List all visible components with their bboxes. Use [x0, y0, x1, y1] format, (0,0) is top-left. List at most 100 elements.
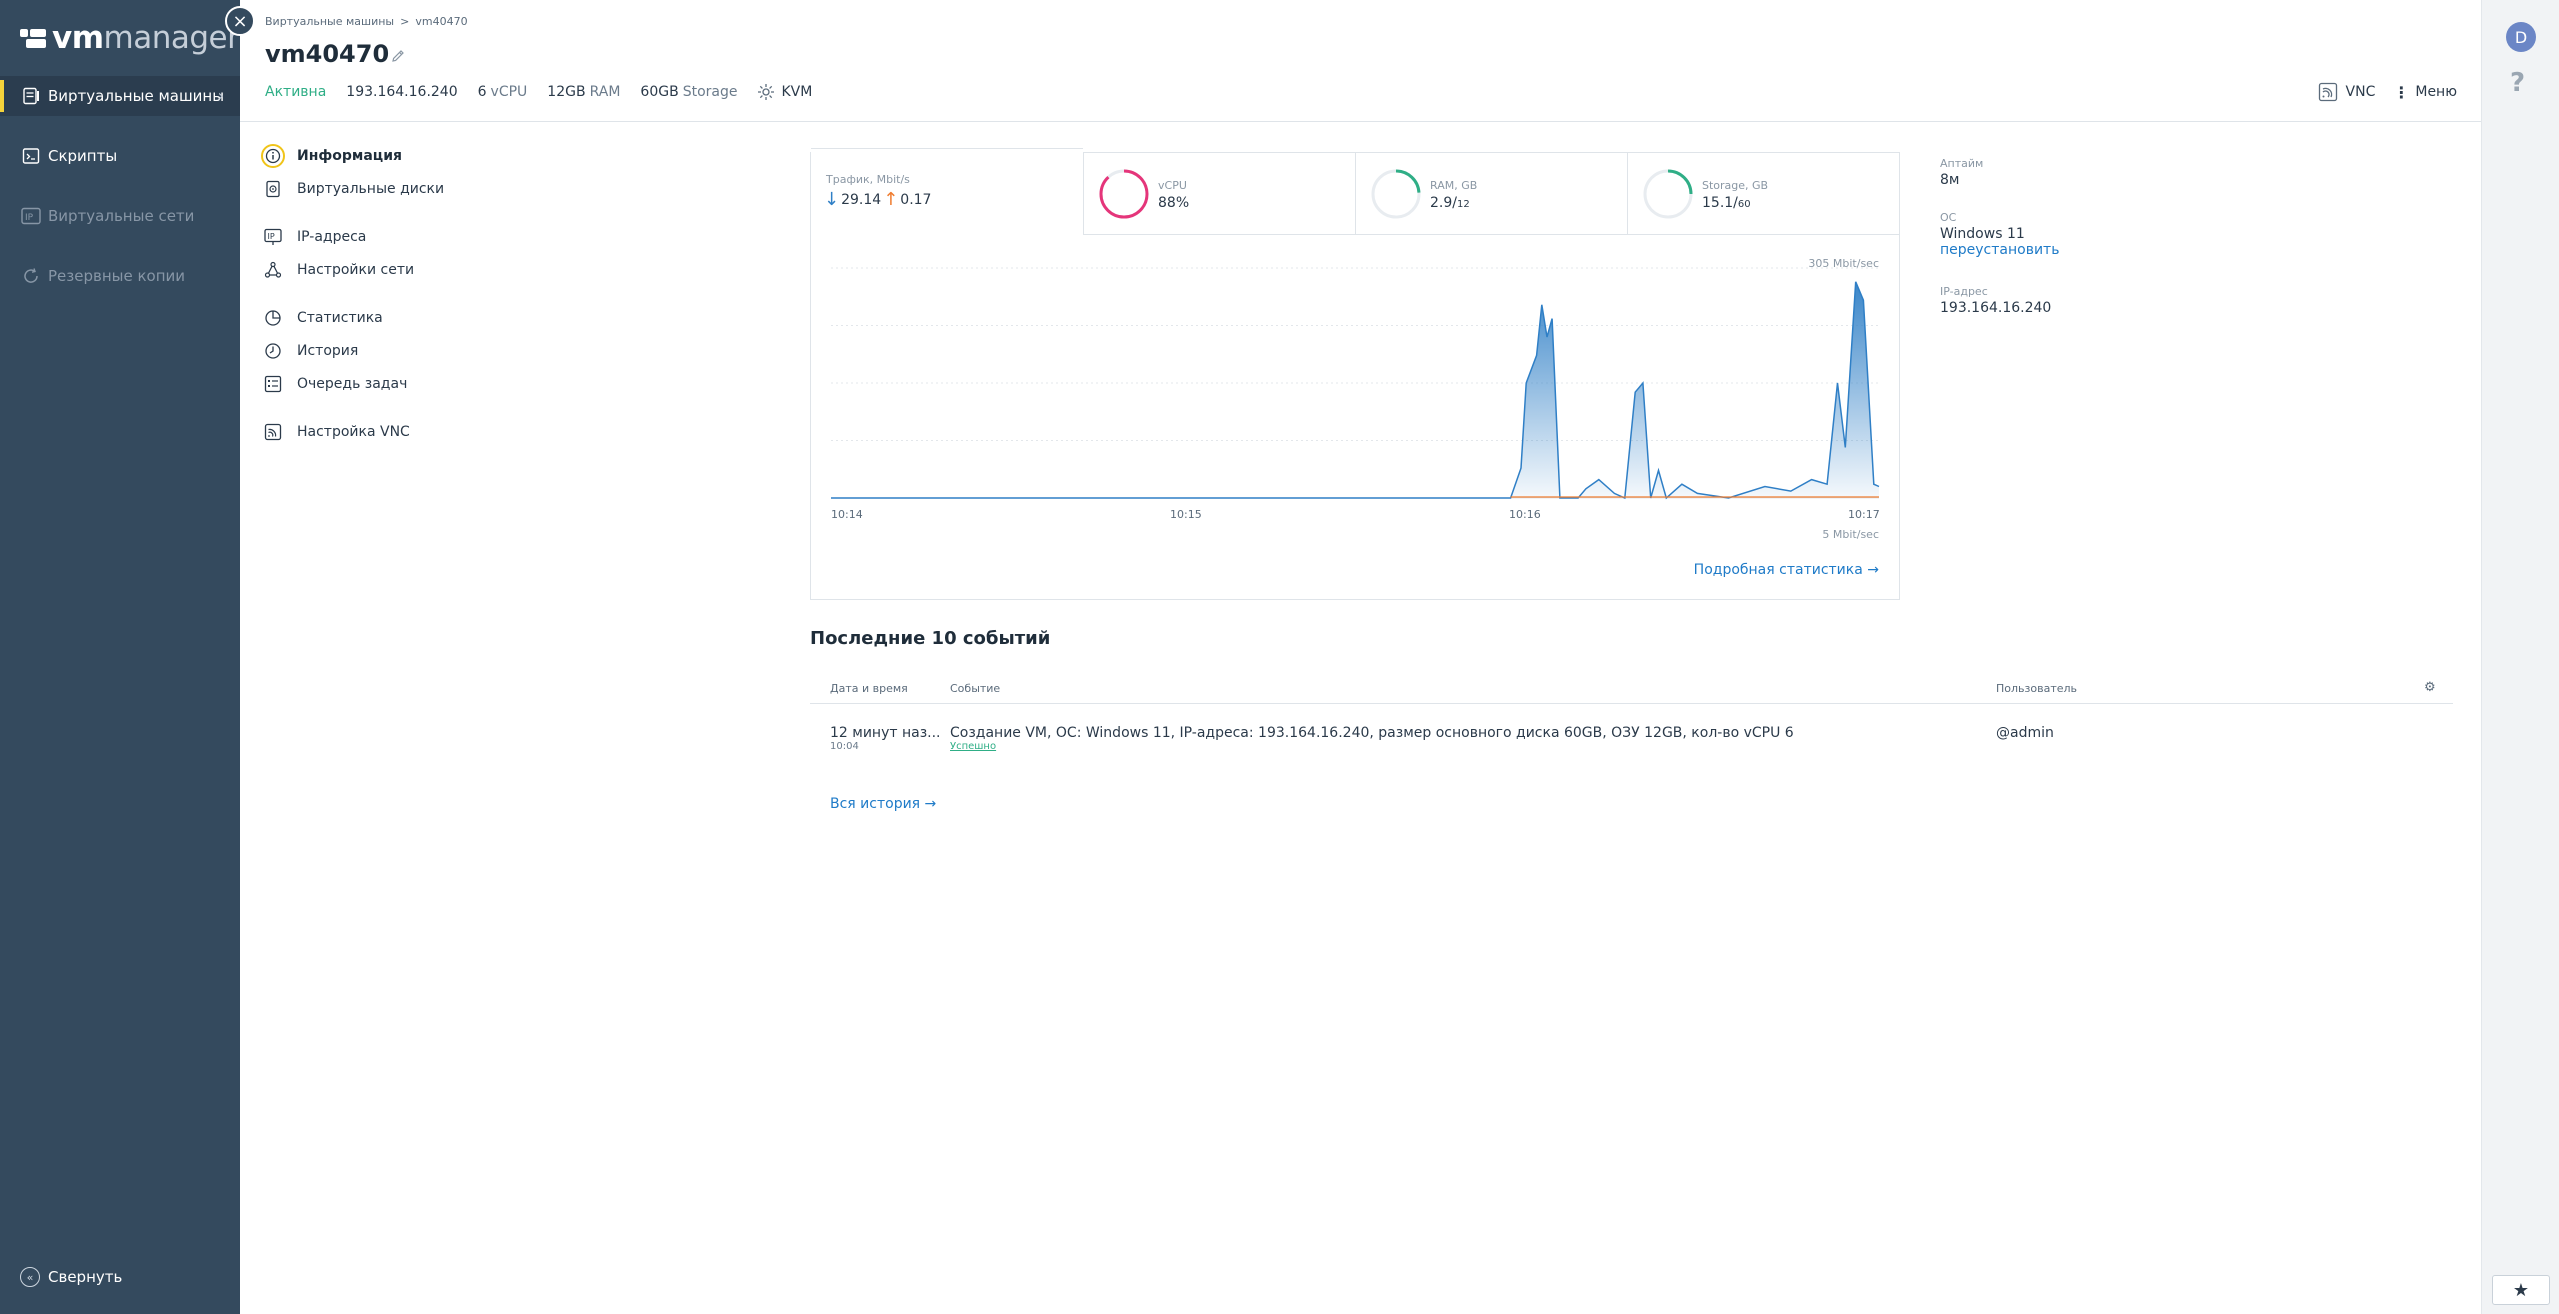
- uptime-label: Аптайм: [1940, 157, 1984, 170]
- traffic-down-area: [831, 281, 1879, 498]
- sidebar: vmmanager Виртуальные машины › Скрипты I…: [0, 0, 240, 1314]
- vm-ram: 12GB RAM: [547, 84, 621, 100]
- ip-network-icon: IP: [20, 205, 42, 227]
- vnc-icon: [2318, 82, 2337, 102]
- section-vnc-settings[interactable]: Настройка VNC: [263, 420, 410, 444]
- ip-block: IP-адрес 193.164.16.240: [1940, 285, 2051, 316]
- task-queue-icon: [263, 374, 283, 394]
- reinstall-os-link[interactable]: переустановить: [1940, 242, 2059, 258]
- ram-used: 2.9/: [1430, 195, 1457, 211]
- storage-gauge: [1643, 169, 1693, 219]
- tile-ram[interactable]: RAM, GB 2.9/12: [1355, 153, 1627, 235]
- x-tick-label: 10:16: [1509, 508, 1541, 521]
- event-description: Создание VM, ОС: Windows 11, IP-адреса: …: [950, 725, 1794, 741]
- help-icon[interactable]: ?: [2510, 68, 2525, 98]
- vm-icon: [20, 85, 42, 107]
- arrow-down-icon: ↓: [824, 189, 840, 210]
- traffic-label: Трафик, Mbit/s: [826, 173, 910, 186]
- logo[interactable]: vmmanager: [20, 20, 240, 56]
- ip-icon: IP: [263, 227, 283, 247]
- disk-icon: [263, 179, 283, 199]
- ram-label: RAM, GB: [1430, 179, 1478, 192]
- x-tick-label: 10:15: [1170, 508, 1202, 521]
- os-label: ОС: [1940, 211, 1957, 224]
- sidebar-item-label: Скрипты: [48, 147, 118, 165]
- collapse-sidebar-button[interactable]: « Свернуть: [20, 1267, 122, 1287]
- chevron-right-icon: ›: [217, 86, 224, 105]
- sidebar-item-backups[interactable]: Резервные копии: [0, 256, 240, 296]
- menu-button[interactable]: ⋮ Меню: [2393, 83, 2457, 102]
- sidebar-item-virtual-machines[interactable]: Виртуальные машины ›: [0, 76, 240, 116]
- all-history-link[interactable]: Вся история →: [830, 796, 936, 812]
- ram-gauge: [1371, 169, 1421, 219]
- tile-traffic[interactable]: Трафик, Mbit/s ↓ 29.14 ↑ 0.17: [811, 148, 1083, 235]
- kvm-icon: [758, 84, 775, 100]
- tile-storage[interactable]: Storage, GB 15.1/60: [1627, 153, 1899, 235]
- statistics-icon: [263, 308, 283, 328]
- status-badge: Активна: [265, 84, 327, 100]
- os-value: Windows 11: [1940, 226, 2025, 242]
- vm-cpu: 6 vCPU: [477, 84, 528, 100]
- favorite-star-icon[interactable]: ★: [2492, 1275, 2550, 1305]
- storage-used: 15.1/: [1702, 195, 1738, 211]
- kebab-menu-icon: ⋮: [2393, 82, 2410, 102]
- event-user[interactable]: @admin: [1996, 725, 2054, 741]
- column-event[interactable]: Событие: [950, 682, 1000, 695]
- section-history[interactable]: История: [263, 339, 358, 363]
- cpu-label: vCPU: [1158, 179, 1187, 192]
- stats-card: Трафик, Mbit/s ↓ 29.14 ↑ 0.17 vCPU 88% R…: [810, 148, 1900, 600]
- arrow-up-icon: ↑: [883, 189, 899, 210]
- vnc-icon: [263, 422, 283, 442]
- event-status-link[interactable]: Успешно: [950, 741, 1794, 752]
- os-block: ОС Windows 11 переустановить: [1940, 211, 2059, 258]
- detailed-statistics-link[interactable]: Подробная статистика →: [1694, 562, 1879, 578]
- storage-label: Storage, GB: [1702, 179, 1769, 192]
- cpu-gauge: [1099, 169, 1149, 219]
- breadcrumb: Виртуальные машины > vm40470: [265, 15, 468, 28]
- tile-cpu[interactable]: vCPU 88%: [1083, 153, 1355, 235]
- sidebar-item-scripts[interactable]: Скрипты: [0, 136, 240, 176]
- edit-pencil-icon[interactable]: [390, 48, 406, 64]
- traffic-down-value: 29.14: [841, 191, 882, 208]
- section-info[interactable]: Информация: [261, 144, 402, 168]
- section-virtual-disks[interactable]: Виртуальные диски: [263, 177, 444, 201]
- header-actions: VNC ⋮ Меню: [2300, 82, 2457, 102]
- history-icon: [263, 341, 283, 361]
- sidebar-item-label: Виртуальные машины: [48, 87, 225, 105]
- vnc-button[interactable]: VNC: [2318, 82, 2375, 102]
- x-tick-label: 10:17: [1848, 508, 1880, 521]
- vm-ip: 193.164.16.240: [346, 84, 458, 100]
- avatar[interactable]: D: [2506, 22, 2536, 52]
- events-title: Последние 10 событий: [810, 628, 1051, 649]
- settings-gear-icon[interactable]: ⚙: [2424, 680, 2436, 695]
- uptime-block: Аптайм 8м: [1940, 157, 1983, 188]
- section-statistics[interactable]: Статистика: [263, 306, 383, 330]
- uptime-value: 8м: [1940, 172, 1960, 188]
- x-tick-label: 10:14: [831, 508, 863, 521]
- breadcrumb-current: vm40470: [415, 15, 468, 28]
- section-ip-addresses[interactable]: IP IP-адреса: [263, 225, 366, 249]
- collapse-label: Свернуть: [48, 1268, 123, 1286]
- header-divider: [240, 121, 2481, 122]
- sidebar-item-label: Виртуальные сети: [48, 207, 195, 225]
- close-icon[interactable]: ×: [225, 6, 255, 36]
- section-network-settings[interactable]: Настройки сети: [263, 258, 414, 282]
- right-rail: D ? ★: [2481, 0, 2559, 1314]
- vm-storage: 60GB Storage: [640, 84, 738, 100]
- table-row[interactable]: 12 минут наз... 10:04 Создание VM, ОС: W…: [810, 720, 2453, 760]
- column-user[interactable]: Пользователь: [1996, 682, 2077, 695]
- event-date: 12 минут наз...: [830, 725, 941, 741]
- backup-icon: [20, 265, 42, 287]
- sidebar-item-label: Резервные копии: [48, 267, 186, 285]
- sidebar-item-virtual-networks[interactable]: IP Виртуальные сети: [0, 196, 240, 236]
- breadcrumb-link-vms[interactable]: Виртуальные машины: [265, 15, 394, 28]
- breadcrumb-separator: >: [400, 15, 410, 28]
- event-time: 10:04: [830, 741, 859, 752]
- page-title: vm40470: [265, 40, 390, 68]
- stat-tiles: Трафик, Mbit/s ↓ 29.14 ↑ 0.17 vCPU 88% R…: [811, 148, 1899, 235]
- column-date[interactable]: Дата и время: [830, 682, 908, 695]
- traffic-up-value: 0.17: [900, 191, 932, 208]
- traffic-chart: [831, 267, 1880, 500]
- section-task-queue[interactable]: Очередь задач: [263, 372, 407, 396]
- chart-y-min-label: 5 Mbit/sec: [1822, 528, 1879, 541]
